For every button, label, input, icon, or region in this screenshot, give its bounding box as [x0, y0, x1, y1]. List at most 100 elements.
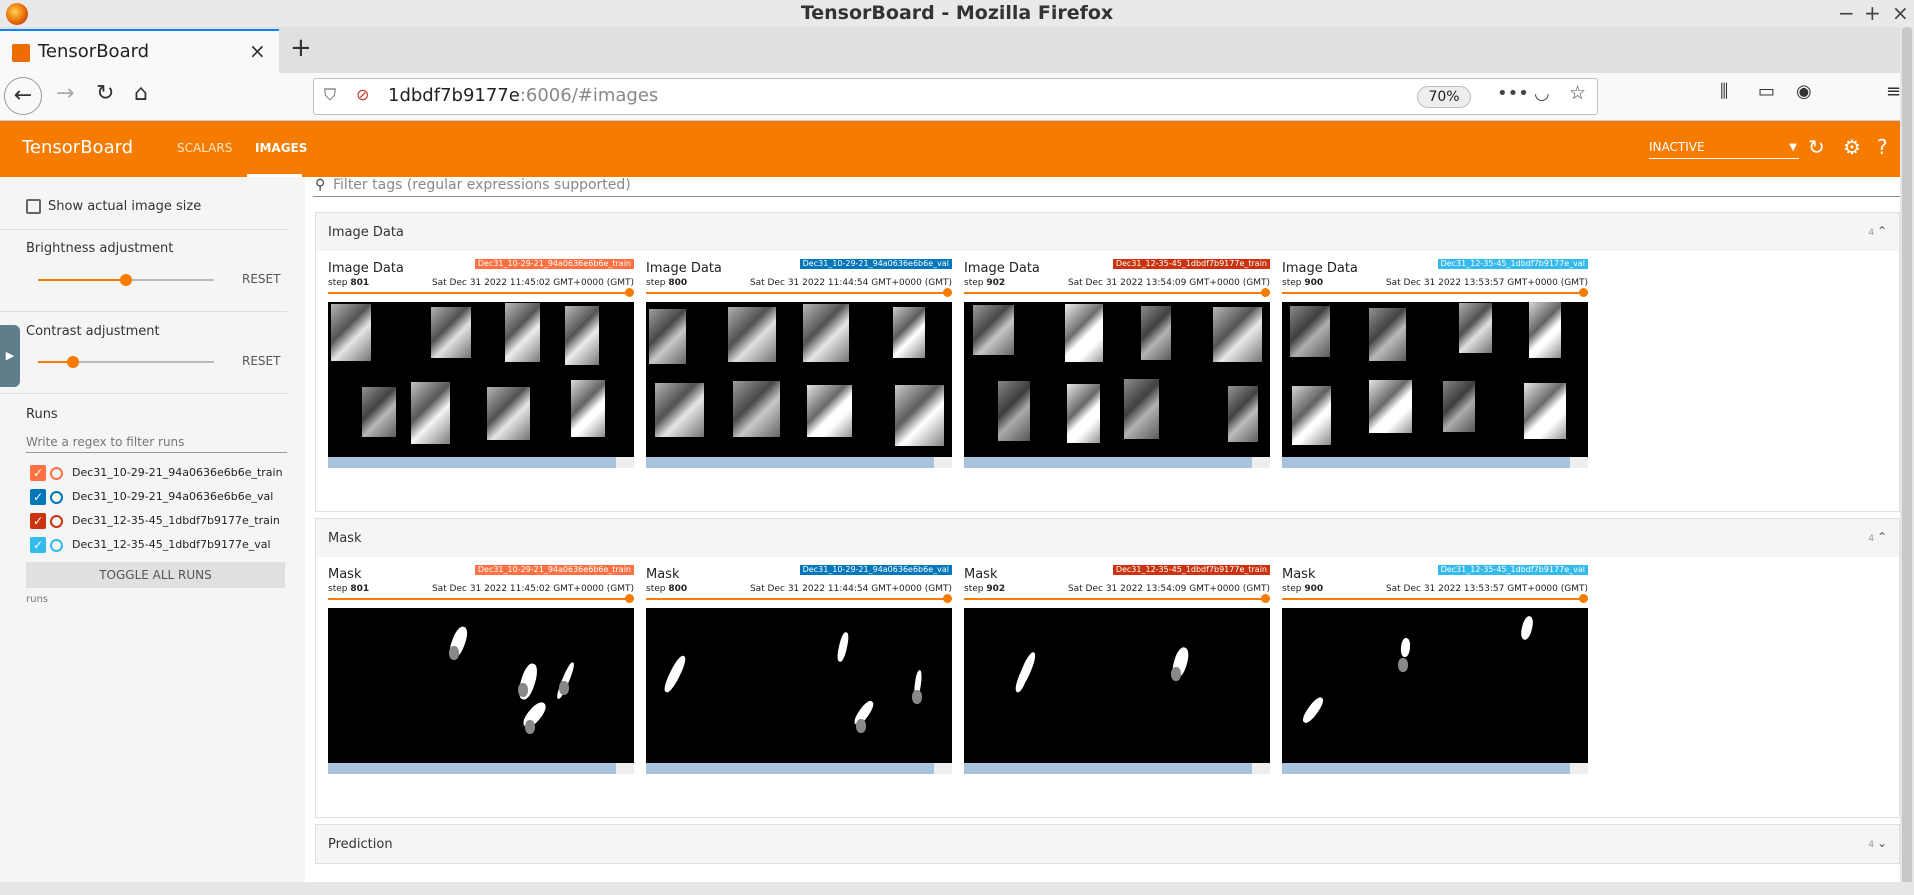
- card-image[interactable]: [328, 302, 634, 457]
- step-slider-handle[interactable]: [625, 288, 634, 297]
- step-slider[interactable]: [646, 598, 952, 600]
- contrast-slider[interactable]: [38, 356, 214, 368]
- minimize-button[interactable]: −: [1838, 0, 1855, 27]
- step-slider[interactable]: [328, 598, 634, 600]
- card-image[interactable]: [646, 302, 952, 457]
- step-slider[interactable]: [646, 292, 952, 294]
- section-header[interactable]: Mask 4 ⌃: [316, 519, 1899, 557]
- vertical-scrollbar[interactable]: [1900, 27, 1914, 887]
- section-header[interactable]: Prediction 4 ⌄: [316, 825, 1899, 863]
- card-scrollbar[interactable]: [646, 457, 952, 468]
- run-badge: Dec31_12-35-45_1dbdf7b9177e_val: [1437, 259, 1588, 269]
- collapse-chevron-icon[interactable]: ⌄: [1877, 836, 1887, 850]
- card-image[interactable]: [328, 608, 634, 763]
- collapse-chevron-icon[interactable]: ⌃: [1877, 530, 1887, 544]
- back-button[interactable]: ←: [4, 77, 42, 115]
- image-tile: [728, 306, 776, 363]
- card-scroll-thumb[interactable]: [328, 457, 616, 468]
- card-step: step 800: [646, 584, 687, 594]
- step-slider-handle[interactable]: [625, 594, 634, 603]
- card-scroll-thumb[interactable]: [646, 457, 934, 468]
- tag-filter-input[interactable]: ⚲ Filter tags (regular expressions suppo…: [313, 177, 1900, 197]
- bookmark-star-icon[interactable]: ☆: [1569, 82, 1586, 104]
- tab-scalars[interactable]: SCALARS: [177, 141, 232, 155]
- contrast-slider-handle[interactable]: [67, 356, 80, 368]
- toggle-all-runs-button[interactable]: TOGGLE ALL RUNS: [26, 562, 285, 588]
- card-step: step 801: [328, 584, 369, 594]
- account-icon[interactable]: ◉: [1796, 81, 1812, 102]
- dashboard-selector[interactable]: INACTIVE ▼: [1649, 140, 1799, 159]
- step-slider-handle[interactable]: [943, 594, 952, 603]
- card-scrollbar[interactable]: [1282, 457, 1588, 468]
- step-slider-handle[interactable]: [1579, 594, 1588, 603]
- sidebar-collapse-handle[interactable]: ▶: [0, 325, 20, 387]
- card-scroll-thumb[interactable]: [1282, 457, 1570, 468]
- insecure-lock-icon[interactable]: ⊘: [356, 85, 369, 104]
- close-tab-icon[interactable]: ×: [249, 39, 266, 63]
- tab-images[interactable]: IMAGES: [255, 141, 307, 155]
- vertical-scroll-thumb[interactable]: [1902, 27, 1912, 887]
- run-checkbox[interactable]: ✓: [30, 537, 46, 553]
- mask-blob-shadow: [912, 689, 923, 704]
- menu-icon[interactable]: ≡: [1886, 81, 1901, 102]
- step-slider-handle[interactable]: [943, 288, 952, 297]
- run-color-icon: [50, 515, 63, 528]
- step-slider[interactable]: [328, 292, 634, 294]
- card-date: Sat Dec 31 2022 13:53:57 GMT+0000 (GMT): [1385, 278, 1588, 288]
- home-button[interactable]: ⌂: [134, 81, 148, 106]
- step-slider[interactable]: [964, 598, 1270, 600]
- step-label: step: [964, 278, 984, 288]
- card-image[interactable]: [646, 608, 952, 763]
- step-slider-handle[interactable]: [1261, 594, 1270, 603]
- card-scrollbar[interactable]: [328, 763, 634, 774]
- forward-button[interactable]: →: [56, 81, 74, 106]
- brightness-reset-button[interactable]: RESET: [242, 272, 280, 286]
- brightness-slider[interactable]: [38, 274, 214, 286]
- run-checkbox[interactable]: ✓: [30, 489, 46, 505]
- card-scrollbar[interactable]: [328, 457, 634, 468]
- card-scrollbar[interactable]: [646, 763, 952, 774]
- page-actions-icon[interactable]: •••: [1497, 83, 1529, 104]
- url-bar[interactable]: ⛉ ⊘ 1dbdf7b9177e:6006/#images 70% ••• ◡ …: [313, 78, 1598, 115]
- contrast-reset-button[interactable]: RESET: [242, 354, 280, 368]
- brightness-slider-handle[interactable]: [120, 274, 132, 286]
- maximize-button[interactable]: +: [1864, 0, 1881, 27]
- shield-icon[interactable]: ⛉: [324, 85, 336, 105]
- horizontal-scrollbar[interactable]: [0, 882, 1914, 895]
- card-scrollbar[interactable]: [964, 457, 1270, 468]
- step-slider[interactable]: [1282, 292, 1588, 294]
- step-slider-handle[interactable]: [1261, 288, 1270, 297]
- help-icon[interactable]: ?: [1877, 135, 1888, 159]
- card-scroll-thumb[interactable]: [328, 763, 616, 774]
- collapse-chevron-icon[interactable]: ⌃: [1877, 224, 1887, 238]
- zoom-level[interactable]: 70%: [1417, 86, 1471, 108]
- card-scroll-thumb[interactable]: [646, 763, 934, 774]
- card-scroll-thumb[interactable]: [1282, 763, 1570, 774]
- browser-tab[interactable]: TensorBoard ×: [0, 29, 279, 73]
- pocket-icon[interactable]: ◡: [1534, 83, 1550, 104]
- close-window-button[interactable]: ×: [1892, 0, 1909, 27]
- runs-filter-input[interactable]: Write a regex to filter runs: [26, 435, 287, 453]
- run-checkbox[interactable]: ✓: [30, 513, 46, 529]
- card-scrollbar[interactable]: [1282, 763, 1588, 774]
- library-icon[interactable]: ⫼: [1720, 81, 1728, 102]
- run-checkbox[interactable]: ✓: [30, 465, 46, 481]
- step-slider-handle[interactable]: [1579, 288, 1588, 297]
- section-count-value: 4: [1868, 534, 1875, 544]
- card-image[interactable]: [1282, 608, 1588, 763]
- card-image[interactable]: [964, 302, 1270, 457]
- card-scroll-thumb[interactable]: [964, 763, 1252, 774]
- new-tab-button[interactable]: +: [290, 33, 312, 63]
- card-scrollbar[interactable]: [964, 763, 1270, 774]
- show-actual-size-checkbox[interactable]: [26, 199, 41, 214]
- card-scroll-thumb[interactable]: [964, 457, 1252, 468]
- section-header[interactable]: Image Data 4 ⌃: [316, 213, 1899, 251]
- step-slider[interactable]: [964, 292, 1270, 294]
- sidebar-toggle-icon[interactable]: ▭: [1758, 81, 1775, 102]
- settings-gear-icon[interactable]: ⚙: [1843, 135, 1861, 159]
- reload-data-icon[interactable]: ↻: [1808, 135, 1825, 159]
- reload-button[interactable]: ↻: [96, 81, 114, 106]
- step-slider[interactable]: [1282, 598, 1588, 600]
- card-image[interactable]: [1282, 302, 1588, 457]
- card-image[interactable]: [964, 608, 1270, 763]
